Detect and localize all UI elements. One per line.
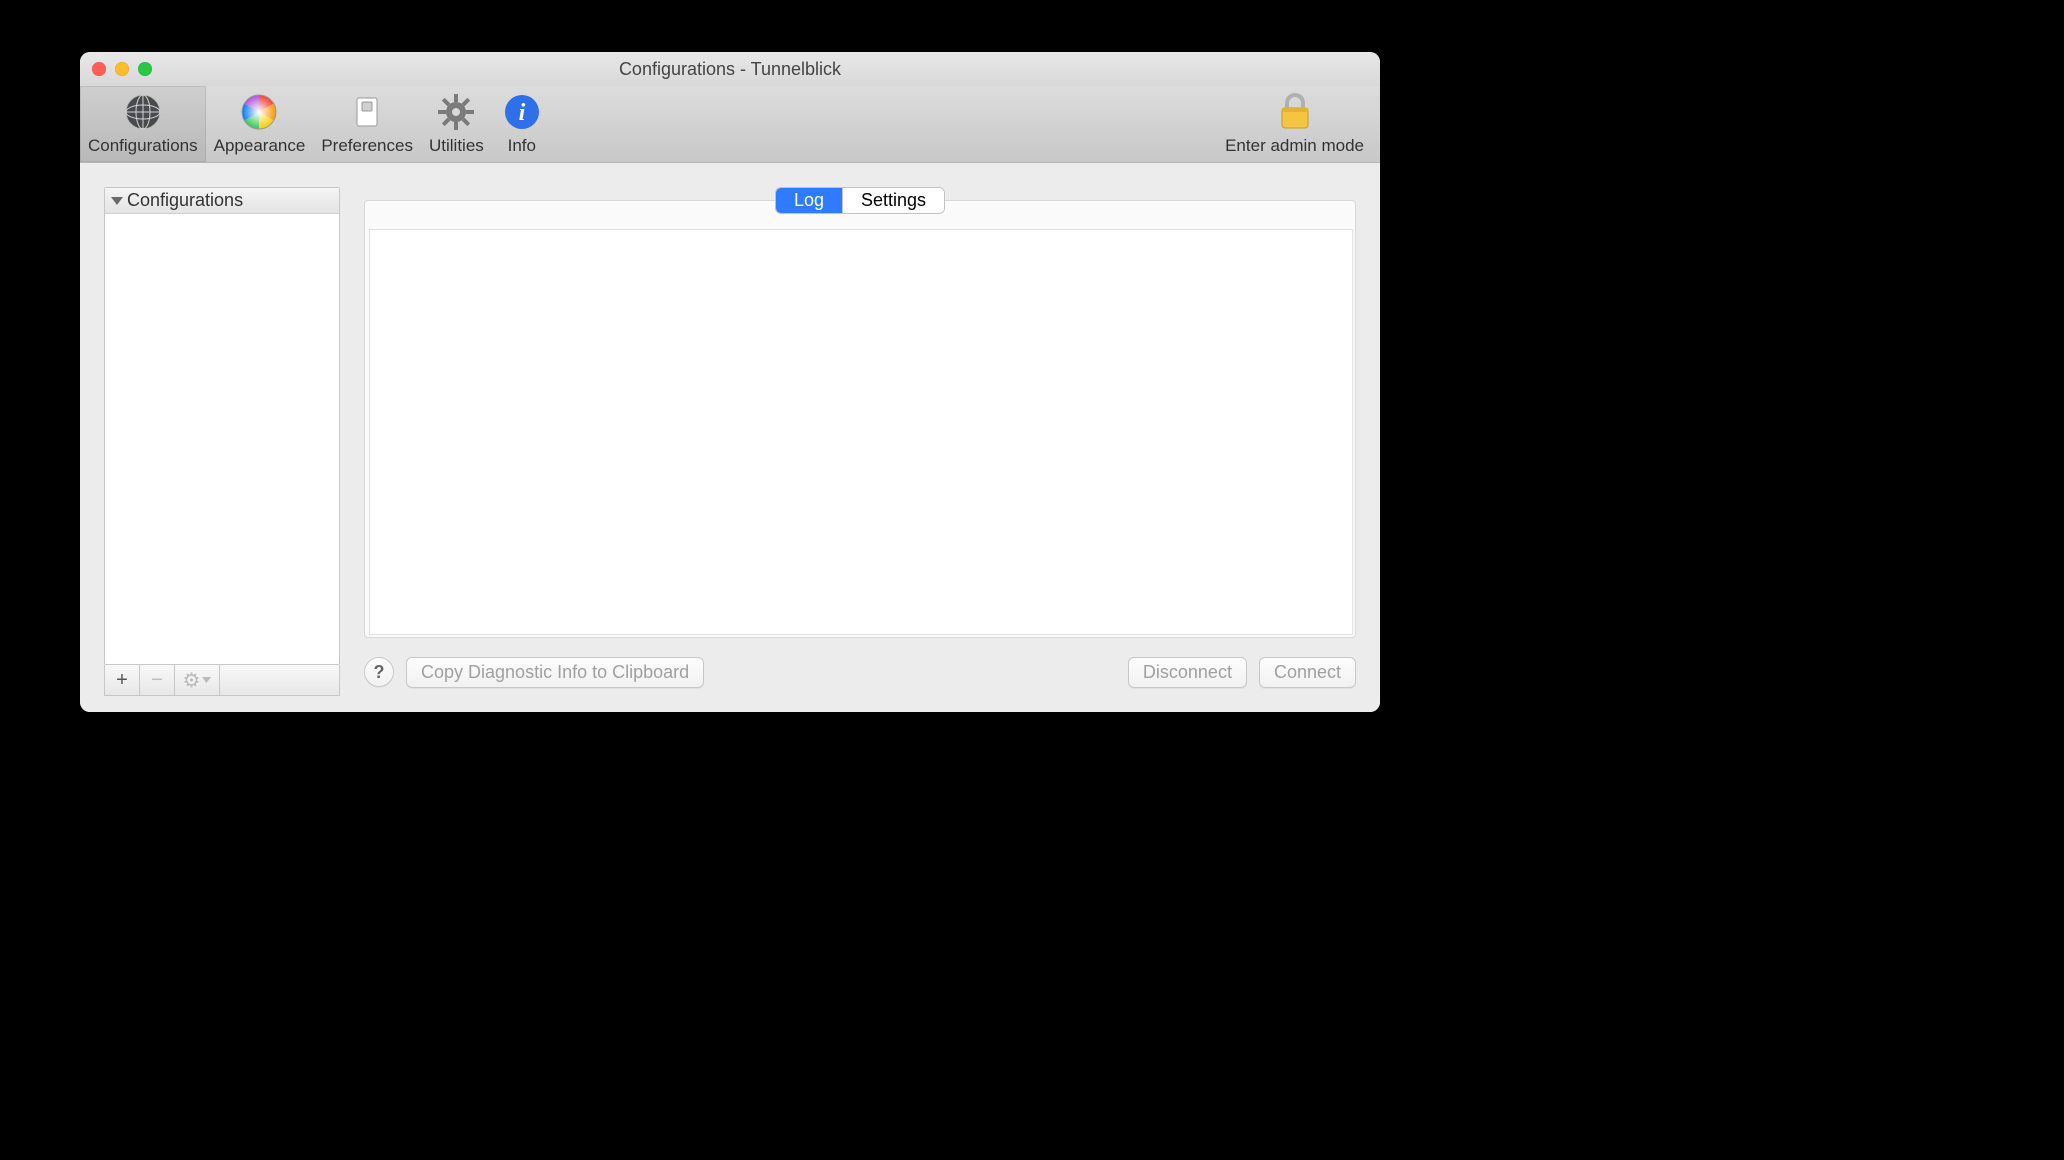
plus-icon: +: [116, 669, 128, 692]
globe-network-icon: [121, 90, 165, 134]
minus-icon: −: [151, 669, 163, 692]
color-wheel-icon: [237, 90, 281, 134]
toolbar-admin-mode[interactable]: Enter admin mode: [1217, 86, 1372, 162]
toolbar-label: Configurations: [88, 136, 198, 156]
toolbar-right: Enter admin mode: [1217, 86, 1380, 162]
sidebar-tools: + − ⚙︎: [104, 665, 340, 696]
disconnect-button[interactable]: Disconnect: [1128, 657, 1247, 688]
add-config-button[interactable]: +: [105, 665, 140, 695]
connect-button[interactable]: Connect: [1259, 657, 1356, 688]
help-button[interactable]: ?: [364, 657, 394, 687]
window-body: Configurations + − ⚙︎: [80, 163, 1380, 712]
svg-text:i: i: [518, 100, 525, 126]
gear-dropdown-icon: ⚙︎: [183, 668, 212, 693]
sidebar: Configurations + − ⚙︎: [104, 187, 340, 696]
sidebar-header-label: Configurations: [127, 190, 243, 211]
app-window: Configurations - Tunnelblick: [80, 52, 1380, 712]
log-textarea[interactable]: [369, 229, 1353, 635]
close-button[interactable]: [92, 62, 106, 76]
traffic-lights: [92, 62, 152, 76]
lock-icon: [1273, 90, 1317, 134]
footer: ? Copy Diagnostic Info to Clipboard Disc…: [364, 638, 1356, 696]
tab-label: Log: [794, 190, 824, 211]
toolbar: Configurations: [80, 86, 1380, 163]
toolbar-configurations[interactable]: Configurations: [80, 86, 206, 162]
toolbar-label: Utilities: [429, 136, 484, 156]
main-pane: Log Settings ? Copy Diagnostic Info to C…: [364, 187, 1356, 696]
tab-settings[interactable]: Settings: [842, 188, 944, 213]
toolbar-appearance[interactable]: Appearance: [206, 86, 314, 162]
titlebar: Configurations - Tunnelblick: [80, 52, 1380, 86]
remove-config-button[interactable]: −: [140, 665, 175, 695]
minimize-button[interactable]: [115, 62, 129, 76]
question-icon: ?: [374, 662, 385, 683]
button-label: Copy Diagnostic Info to Clipboard: [421, 662, 689, 682]
button-label: Connect: [1274, 662, 1341, 682]
copy-diagnostic-button[interactable]: Copy Diagnostic Info to Clipboard: [406, 657, 704, 688]
tab-control-wrap: Log Settings: [364, 187, 1356, 214]
info-icon: i: [500, 90, 544, 134]
tab-label: Settings: [861, 190, 926, 211]
disclosure-triangle-icon: [111, 197, 123, 205]
log-frame: [364, 200, 1356, 638]
toolbar-info[interactable]: i Info: [492, 86, 552, 162]
toolbar-label: Enter admin mode: [1225, 136, 1364, 156]
zoom-button[interactable]: [138, 62, 152, 76]
tab-control: Log Settings: [775, 187, 945, 214]
switch-icon: [345, 90, 389, 134]
toolbar-label: Preferences: [321, 136, 413, 156]
toolbar-utilities[interactable]: Utilities: [421, 86, 492, 162]
window-title: Configurations - Tunnelblick: [80, 59, 1380, 80]
config-action-menu[interactable]: ⚙︎: [175, 665, 220, 695]
toolbar-preferences[interactable]: Preferences: [313, 86, 421, 162]
sidebar-header[interactable]: Configurations: [105, 188, 339, 214]
tab-log[interactable]: Log: [776, 188, 842, 213]
sidebar-tools-spacer: [220, 665, 339, 695]
button-label: Disconnect: [1143, 662, 1232, 682]
toolbar-label: Appearance: [214, 136, 306, 156]
configurations-list[interactable]: Configurations: [104, 187, 340, 665]
toolbar-label: Info: [508, 136, 536, 156]
toolbar-left: Configurations: [80, 86, 552, 162]
gear-icon: [434, 90, 478, 134]
